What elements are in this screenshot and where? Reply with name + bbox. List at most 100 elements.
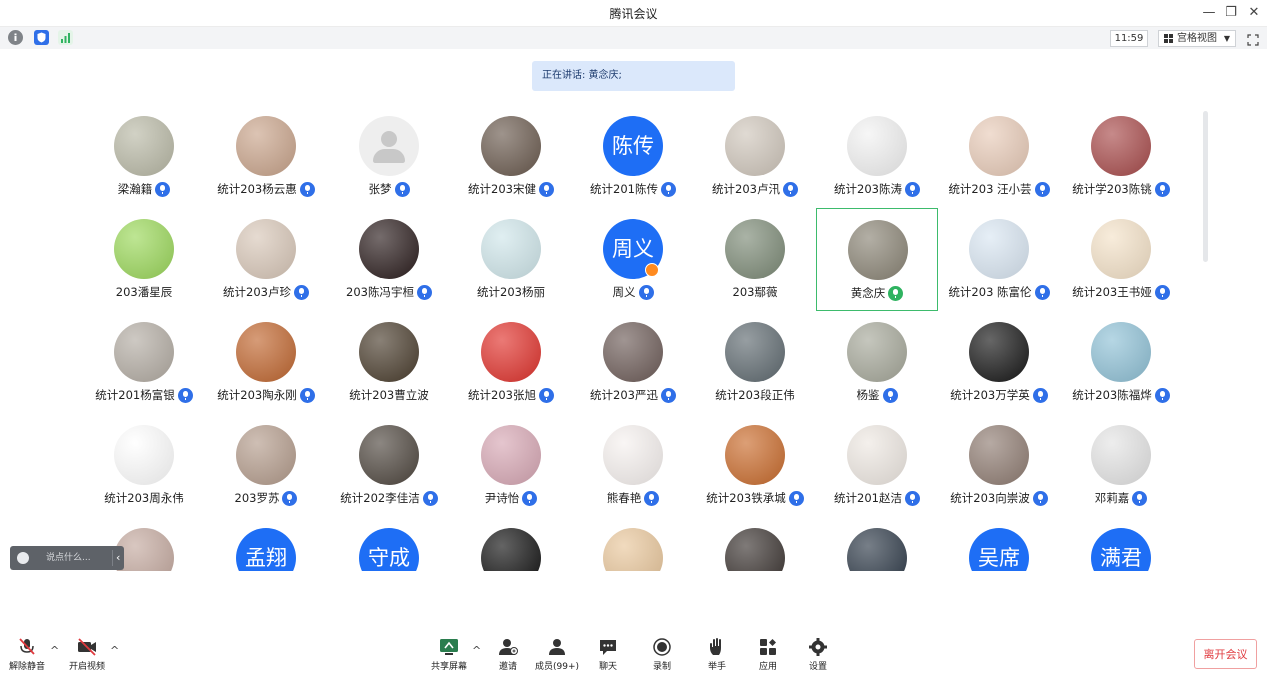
participant-name-line: 统计203万学英 bbox=[938, 387, 1060, 403]
start-video-button[interactable]: 开启视频 bbox=[57, 634, 117, 672]
chat-button[interactable]: 聊天 bbox=[578, 634, 638, 672]
avatar-initials: 周义 bbox=[612, 237, 654, 261]
leave-meeting-button[interactable]: 离开会议 bbox=[1194, 639, 1257, 669]
participant-tile[interactable] bbox=[694, 517, 816, 571]
participant-tile[interactable]: 熊春艳 bbox=[572, 414, 694, 517]
mic-icon bbox=[538, 387, 554, 403]
participant-tile[interactable]: 统计203张旭 bbox=[450, 311, 572, 414]
participant-tile[interactable]: 203陈冯宇桓 bbox=[328, 208, 450, 311]
view-mode-select[interactable]: 宫格视图 ▼ bbox=[1158, 30, 1236, 47]
avatar bbox=[359, 322, 419, 382]
participant-tile[interactable]: 张梦 bbox=[328, 105, 450, 208]
avatar bbox=[847, 528, 907, 571]
avatar bbox=[1091, 322, 1151, 382]
participant-tile[interactable]: 统计203曹立波 bbox=[328, 311, 450, 414]
participant-tile[interactable]: 203鄢薇 bbox=[694, 208, 816, 311]
avatar bbox=[603, 528, 663, 571]
participant-tile[interactable]: 黄念庆 bbox=[816, 208, 938, 311]
participant-name-line: 熊春艳 bbox=[572, 490, 694, 506]
participant-name: 统计201陈传 bbox=[590, 182, 658, 196]
participant-tile[interactable]: 统计203段正伟 bbox=[694, 311, 816, 414]
participant-name: 统计203杨云惠 bbox=[217, 182, 297, 196]
participant-name: 统计203曹立波 bbox=[349, 388, 429, 402]
participant-tile[interactable]: 统计203卢汛 bbox=[694, 105, 816, 208]
participant-tile[interactable]: 统计201赵洁 bbox=[816, 414, 938, 517]
participant-tile[interactable] bbox=[450, 517, 572, 571]
participant-tile[interactable]: 统计203宋健 bbox=[450, 105, 572, 208]
participant-name: 统计203王书娅 bbox=[1072, 285, 1152, 299]
video-options-caret-icon[interactable]: ^ bbox=[110, 645, 120, 657]
participant-tile[interactable]: 统计学203陈铫 bbox=[1060, 105, 1182, 208]
participant-name: 203陈冯宇桓 bbox=[346, 285, 414, 299]
mic-icon bbox=[644, 490, 660, 506]
participant-tile[interactable]: 统计203 陈富伦 bbox=[938, 208, 1060, 311]
participant-tile[interactable] bbox=[816, 517, 938, 571]
participant-tile[interactable]: 统计203卢珍 bbox=[205, 208, 327, 311]
grid-view-icon bbox=[1164, 34, 1173, 43]
participant-tile[interactable]: 统计203向崇波 bbox=[938, 414, 1060, 517]
chat-placeholder[interactable]: 说点什么... bbox=[46, 546, 91, 570]
fullscreen-icon[interactable] bbox=[1247, 31, 1259, 46]
participant-name: 统计203向崇波 bbox=[950, 491, 1030, 505]
restore-button[interactable]: ❐ bbox=[1221, 3, 1241, 23]
participant-tile[interactable]: 孟翔 bbox=[205, 517, 327, 571]
participant-tile[interactable]: 统计203杨丽 bbox=[450, 208, 572, 311]
participant-name: 统计学203陈铫 bbox=[1072, 182, 1152, 196]
record-button[interactable]: 录制 bbox=[632, 634, 692, 672]
grid-scrollbar[interactable] bbox=[1203, 111, 1208, 262]
mic-icon bbox=[1154, 181, 1170, 197]
minimize-button[interactable]: — bbox=[1199, 3, 1219, 23]
participant-tile[interactable]: 杨鉴 bbox=[816, 311, 938, 414]
participant-tile[interactable]: 统计203陈涛 bbox=[816, 105, 938, 208]
avatar bbox=[969, 116, 1029, 176]
participant-name: 统计203陈福烨 bbox=[1072, 388, 1152, 402]
avatar: 孟翔 bbox=[236, 528, 296, 571]
participant-name: 熊春艳 bbox=[606, 491, 642, 505]
close-button[interactable]: ✕ bbox=[1244, 3, 1264, 23]
avatar bbox=[236, 219, 296, 279]
collapse-chat-icon[interactable]: ‹ bbox=[116, 546, 120, 570]
participant-tile[interactable]: 守成 bbox=[328, 517, 450, 571]
share-screen-icon bbox=[440, 639, 458, 655]
participant-tile[interactable]: 梁瀚籍 bbox=[83, 105, 205, 208]
participant-tile[interactable]: 邓莉嘉 bbox=[1060, 414, 1182, 517]
participant-tile[interactable]: 尹诗怡 bbox=[450, 414, 572, 517]
avatar bbox=[603, 322, 663, 382]
participant-tile[interactable]: 统计203万学英 bbox=[938, 311, 1060, 414]
participant-tile[interactable]: 统计203陶永刚 bbox=[205, 311, 327, 414]
settings-button[interactable]: 设置 bbox=[788, 634, 848, 672]
avatar bbox=[114, 219, 174, 279]
participant-tile[interactable]: 统计203王书娅 bbox=[1060, 208, 1182, 311]
unmute-button[interactable]: 解除静音 bbox=[0, 634, 57, 672]
participant-name: 统计203周永伟 bbox=[104, 491, 184, 505]
avatar bbox=[1091, 116, 1151, 176]
participant-name: 统计203宋健 bbox=[468, 182, 536, 196]
participant-tile[interactable]: 统计202李佳洁 bbox=[328, 414, 450, 517]
avatar bbox=[969, 425, 1029, 485]
info-icon[interactable] bbox=[8, 30, 23, 45]
mic-icon bbox=[1154, 284, 1170, 300]
participant-tile[interactable]: 吴席 bbox=[938, 517, 1060, 571]
participant-name-line: 统计203曹立波 bbox=[328, 387, 450, 403]
participant-tile[interactable]: 统计203严迅 bbox=[572, 311, 694, 414]
share-screen-button[interactable]: 共享屏幕 bbox=[419, 634, 479, 672]
emoji-icon[interactable] bbox=[17, 552, 29, 564]
participant-tile[interactable]: 满君 bbox=[1060, 517, 1182, 571]
participant-tile[interactable]: 周义 周义 bbox=[572, 208, 694, 311]
quick-chat-box[interactable]: 说点什么... ‹ bbox=[10, 546, 124, 570]
participant-tile[interactable]: 203罗苏 bbox=[205, 414, 327, 517]
participant-tile[interactable]: 统计203铁承城 bbox=[694, 414, 816, 517]
participant-tile[interactable] bbox=[572, 517, 694, 571]
shield-icon[interactable] bbox=[34, 30, 49, 45]
participant-tile[interactable]: 统计203周永伟 bbox=[83, 414, 205, 517]
mic-icon bbox=[538, 181, 554, 197]
participant-tile[interactable]: 统计203杨云惠 bbox=[205, 105, 327, 208]
participant-tile[interactable]: 统计203陈福烨 bbox=[1060, 311, 1182, 414]
participant-tile[interactable]: 203潘星辰 bbox=[83, 208, 205, 311]
avatar bbox=[847, 116, 907, 176]
participant-tile[interactable]: 统计201杨富银 bbox=[83, 311, 205, 414]
participant-tile[interactable]: 陈传 统计201陈传 bbox=[572, 105, 694, 208]
signal-icon[interactable] bbox=[58, 30, 73, 45]
mic-icon bbox=[282, 490, 298, 506]
participant-tile[interactable]: 统计203 汪小芸 bbox=[938, 105, 1060, 208]
